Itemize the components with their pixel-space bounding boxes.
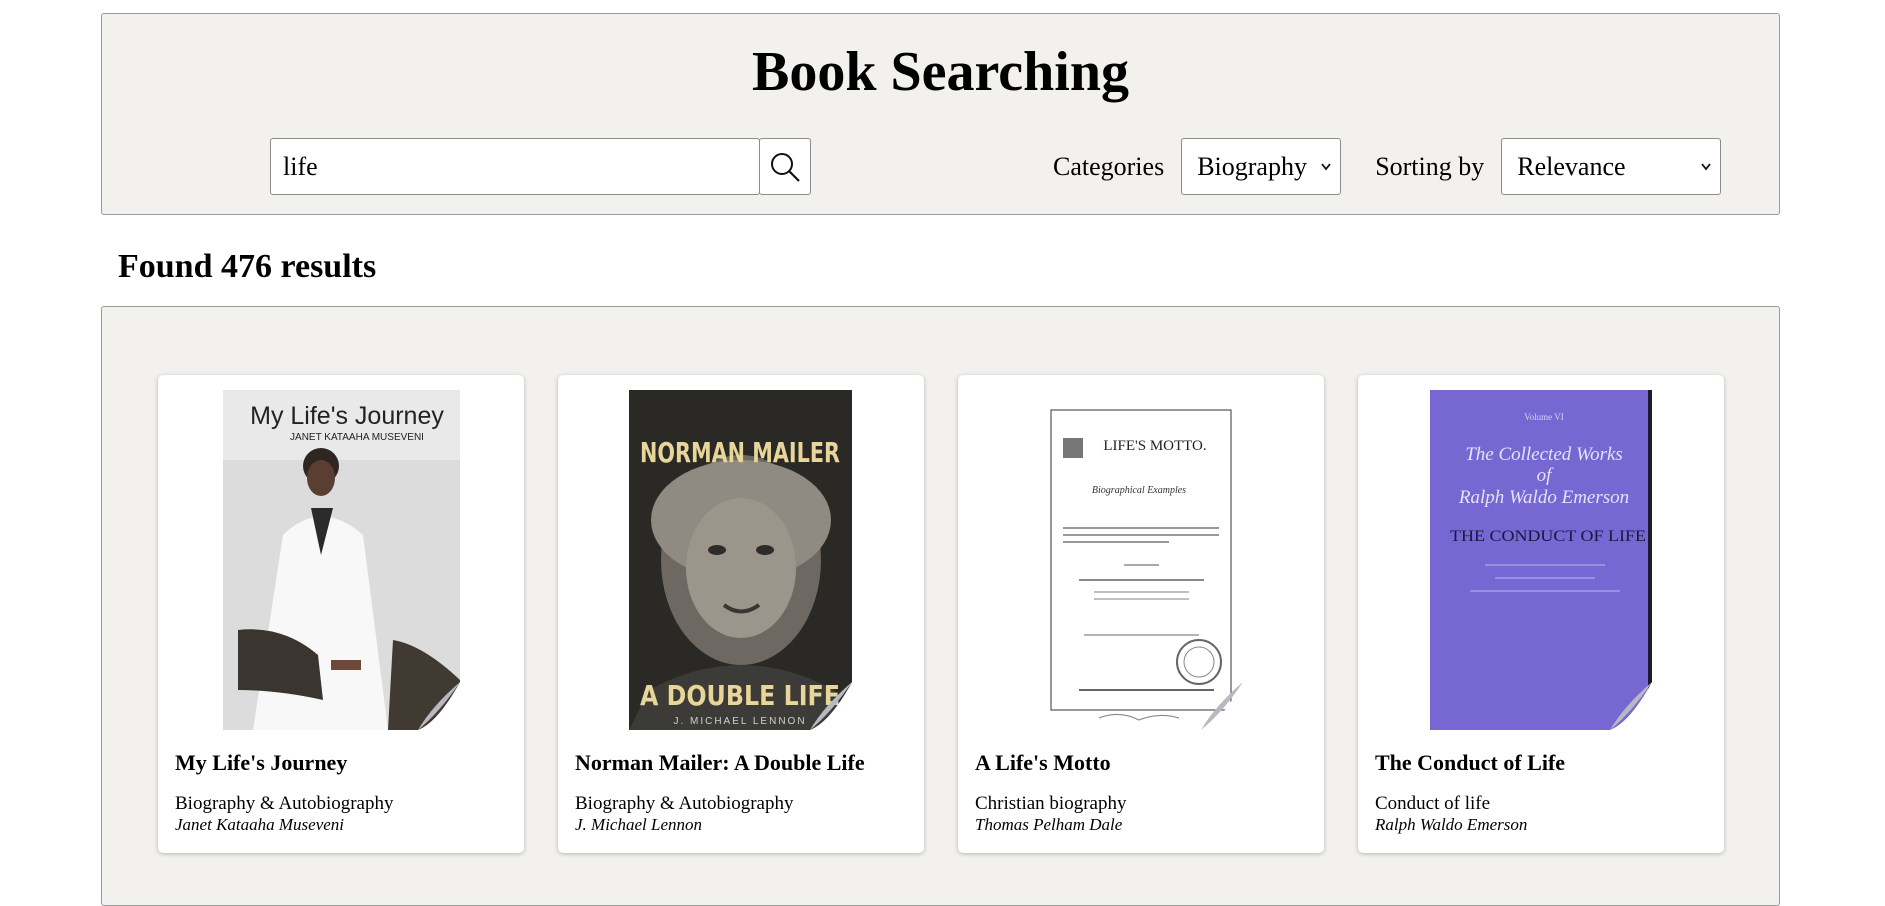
cover-subtitle-text: Biographical Examples	[1092, 485, 1186, 496]
book-author: Janet Kataaha Museveni	[175, 815, 345, 834]
cover-title-text: THE CONDUCT OF LIFE	[1450, 528, 1646, 545]
page-curl-icon	[1201, 682, 1243, 730]
sorting-select[interactable]: Relevance	[1501, 138, 1722, 195]
book-category: Christian biography	[975, 793, 1127, 814]
book-card[interactable]: My Life's Journey JANET KATAAHA MUSEVENI…	[158, 375, 524, 853]
book-card[interactable]: LIFE'S MOTTO. Biographical Examples A Li…	[958, 375, 1324, 853]
book-title: A Life's Motto	[975, 750, 1111, 775]
categories-selected-value: Biography	[1197, 151, 1307, 181]
search-icon	[771, 152, 800, 182]
categories-label: Categories	[1053, 151, 1165, 181]
book-title: Norman Mailer: A Double Life	[575, 750, 865, 775]
cover-author-text: J. MICHAEL LENNON	[673, 716, 806, 727]
page-title: Book Searching	[751, 41, 1130, 103]
cover-title-text: My Life's Journey	[250, 402, 444, 430]
categories-select[interactable]: Biography	[1181, 138, 1342, 195]
book-cover-image: LIFE'S MOTTO. Biographical Examples	[1039, 390, 1243, 730]
book-author: Thomas Pelham Dale	[975, 815, 1123, 834]
cover-title-text: LIFE'S MOTTO.	[1103, 438, 1206, 454]
book-cover-image: NORMAN MAILER A DOUBLE LIFE J. MICHAEL L…	[629, 390, 852, 730]
cover-author-text: JANET KATAAHA MUSEVENI	[290, 432, 424, 443]
search-input[interactable]	[270, 138, 760, 195]
results-count: Found 476 results	[118, 248, 377, 285]
page-curl-icon	[418, 682, 460, 730]
page-curl-icon	[1610, 682, 1652, 730]
sorting-selected-value: Relevance	[1517, 151, 1626, 181]
cover-series-line3: Ralph Waldo Emerson	[1458, 487, 1629, 508]
book-title: The Conduct of Life	[1375, 750, 1566, 775]
cover-top-text: NORMAN MAILER	[640, 436, 840, 469]
page-curl-icon	[810, 682, 852, 730]
book-author: Ralph Waldo Emerson	[1375, 815, 1528, 834]
book-category: Biography & Autobiography	[175, 793, 394, 814]
book-cover-image: My Life's Journey JANET KATAAHA MUSEVENI	[223, 390, 460, 730]
cover-volume-text: Volume VI	[1524, 412, 1563, 422]
filter-bar: Categories Biography Sorting by Relevanc…	[1053, 138, 1722, 195]
search-button[interactable]	[759, 138, 811, 195]
book-card[interactable]: NORMAN MAILER A DOUBLE LIFE J. MICHAEL L…	[558, 375, 924, 853]
book-cover-image: Volume VI The Collected Works of Ralph W…	[1430, 390, 1652, 730]
book-card[interactable]: Volume VI The Collected Works of Ralph W…	[1358, 375, 1724, 853]
cover-series-line1: The Collected Works	[1465, 444, 1623, 465]
book-category: Conduct of life	[1375, 793, 1491, 814]
book-author: J. Michael Lennon	[575, 815, 702, 834]
search-bar	[270, 138, 811, 195]
chevron-down-icon	[1701, 163, 1711, 171]
search-header-panel: Book Searching Categories Biography Sort…	[101, 13, 1780, 215]
book-title: My Life's Journey	[175, 750, 348, 775]
book-category: Biography & Autobiography	[575, 793, 794, 814]
chevron-down-icon	[1321, 163, 1331, 171]
sorting-label: Sorting by	[1375, 151, 1485, 181]
